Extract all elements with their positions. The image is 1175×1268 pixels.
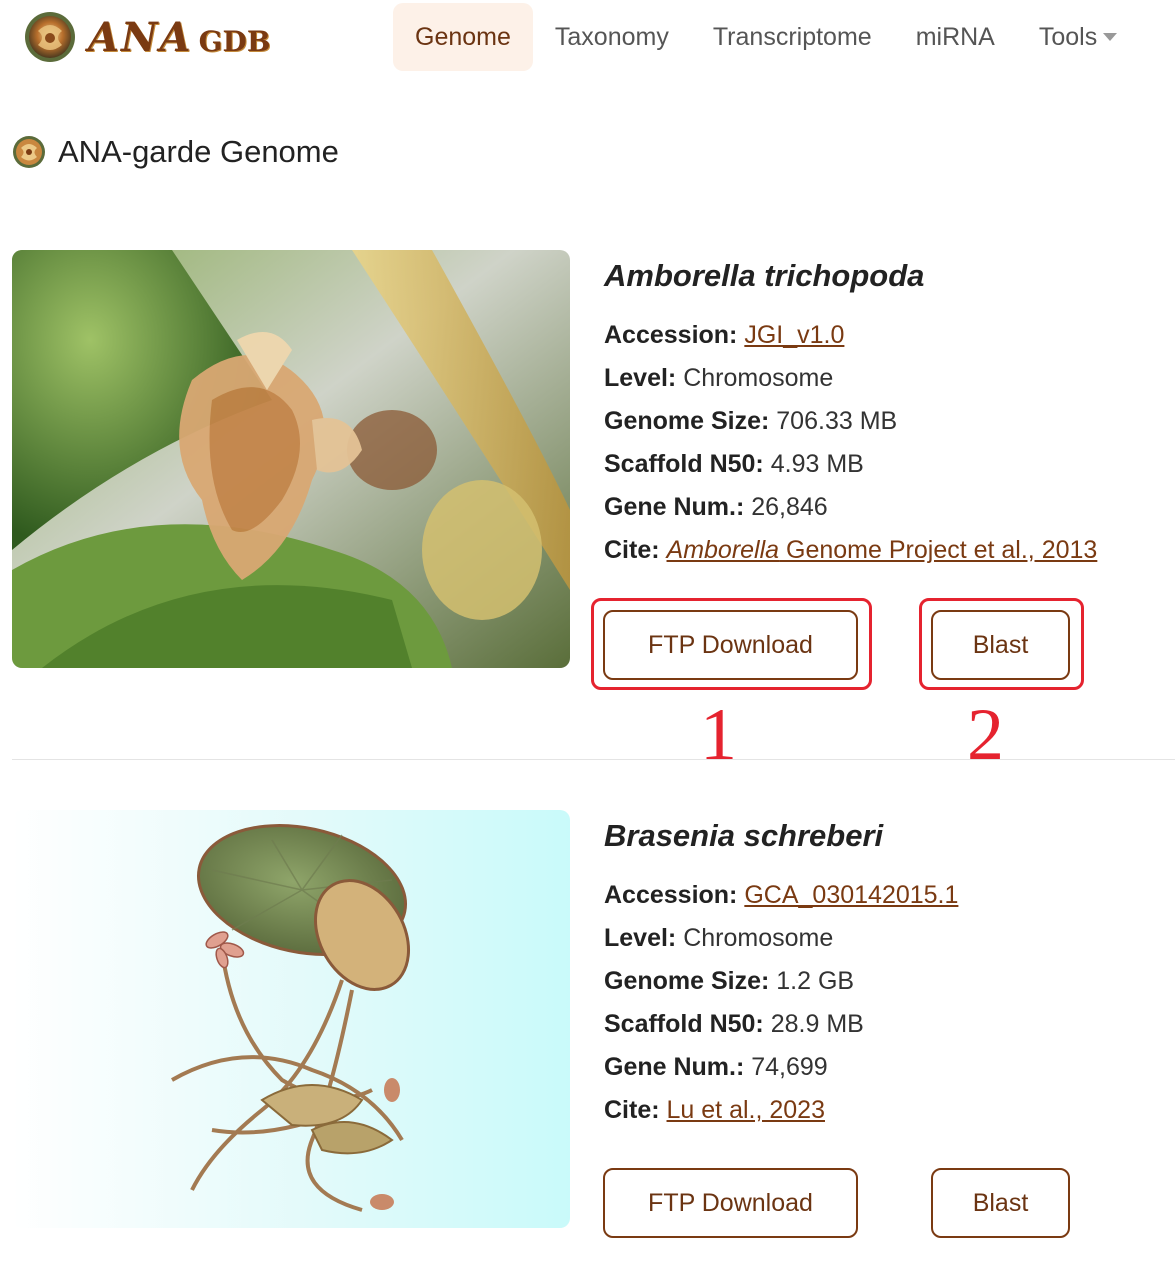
site-header: ANA GDB Genome Taxonomy Transcriptome mi…	[0, 0, 1175, 80]
genome-size-label: Genome Size:	[604, 967, 770, 995]
cite-row: Cite: Amborella Genome Project et al., 2…	[604, 529, 1097, 572]
cite-label: Cite:	[604, 536, 660, 564]
genome-info: Amborella trichopoda Accession: JGI_v1.0…	[604, 250, 1097, 572]
level-label: Level:	[604, 924, 677, 952]
annotation-box-1	[591, 598, 872, 690]
cite-row: Cite: Lu et al., 2023	[604, 1089, 958, 1132]
genome-info: Brasenia schreberi Accession: GCA_030142…	[604, 810, 958, 1132]
chevron-down-icon	[1103, 33, 1118, 41]
genome-size-label: Genome Size:	[604, 407, 770, 435]
brasenia-illustration	[12, 810, 570, 1228]
scaffold-n50-row: Scaffold N50: 28.9 MB	[604, 1003, 958, 1046]
scaffold-n50-value: 28.9 MB	[770, 1010, 864, 1038]
species-name: Brasenia schreberi	[604, 818, 884, 853]
scaffold-n50-row: Scaffold N50: 4.93 MB	[604, 443, 1097, 486]
genome-size-row: Genome Size: 706.33 MB	[604, 400, 1097, 443]
main-nav: Genome Taxonomy Transcriptome miRNA Tool…	[393, 3, 1139, 71]
nav-genome[interactable]: Genome	[393, 3, 533, 71]
scaffold-n50-value: 4.93 MB	[770, 450, 864, 478]
accession-label: Accession:	[604, 321, 738, 349]
genome-size-row: Genome Size: 1.2 GB	[604, 960, 958, 1003]
level-row: Level: Chromosome	[604, 357, 1097, 400]
annotation-number-1: 1	[700, 694, 737, 776]
accession-link[interactable]: GCA_030142015.1	[744, 881, 958, 909]
page-title: ANA-garde Genome	[58, 134, 339, 169]
annotation-box-2	[919, 598, 1084, 690]
blast-button[interactable]: Blast	[931, 1168, 1070, 1238]
section-heading: ANA-garde Genome	[12, 134, 339, 170]
level-row: Level: Chromosome	[604, 917, 958, 960]
nav-taxonomy[interactable]: Taxonomy	[533, 3, 691, 71]
amborella-photo	[12, 250, 570, 668]
ftp-download-button[interactable]: FTP Download	[603, 1168, 858, 1238]
gene-num-label: Gene Num.:	[604, 1053, 745, 1081]
accession-row: Accession: GCA_030142015.1	[604, 874, 958, 917]
logo-gdb-text: GDB	[198, 24, 271, 58]
genome-size-value: 1.2 GB	[776, 967, 855, 995]
level-value: Chromosome	[683, 924, 834, 952]
nav-transcriptome[interactable]: Transcriptome	[691, 3, 894, 71]
nav-mirna[interactable]: miRNA	[894, 3, 1017, 71]
flower-logo-icon	[13, 136, 45, 168]
accession-label: Accession:	[604, 881, 738, 909]
accession-link[interactable]: JGI_v1.0	[744, 321, 844, 349]
species-photo	[12, 250, 570, 668]
logo-ana-text: ANA	[88, 13, 193, 61]
nav-tools[interactable]: Tools	[1017, 3, 1139, 71]
gene-num-row: Gene Num.: 26,846	[604, 486, 1097, 529]
accession-row: Accession: JGI_v1.0	[604, 314, 1097, 357]
genome-size-value: 706.33 MB	[776, 407, 898, 435]
annotation-number-2: 2	[967, 694, 1004, 776]
nav-tools-label: Tools	[1038, 23, 1098, 51]
cite-italic: Amborella	[666, 536, 780, 564]
scaffold-n50-label: Scaffold N50:	[604, 450, 764, 478]
gene-num-label: Gene Num.:	[604, 493, 745, 521]
site-logo[interactable]: ANA GDB	[24, 8, 271, 66]
cite-link[interactable]: Amborella Genome Project et al., 2013	[667, 536, 1098, 564]
genome-card: Amborella trichopoda Accession: JGI_v1.0…	[12, 250, 1175, 772]
level-label: Level:	[604, 364, 677, 392]
flower-logo-icon	[25, 12, 75, 62]
gene-num-row: Gene Num.: 74,699	[604, 1046, 958, 1089]
species-photo	[12, 810, 570, 1228]
genome-card: Brasenia schreberi Accession: GCA_030142…	[12, 810, 1175, 1250]
scaffold-n50-label: Scaffold N50:	[604, 1010, 764, 1038]
cite-text: Genome Project et al., 2013	[779, 536, 1098, 564]
level-value: Chromosome	[683, 364, 834, 392]
species-name: Amborella trichopoda	[604, 258, 925, 293]
cite-link[interactable]: Lu et al., 2023	[667, 1096, 825, 1124]
card-divider	[12, 759, 1175, 760]
cite-label: Cite:	[604, 1096, 660, 1124]
gene-num-value: 26,846	[751, 493, 828, 521]
gene-num-value: 74,699	[751, 1053, 828, 1081]
